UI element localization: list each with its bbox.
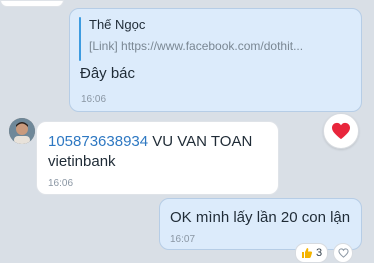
message-bubble-quoted[interactable]: Thế Ngọc [Link] https://www.facebook.com… [69, 8, 362, 112]
quote-bar [79, 17, 81, 61]
thumbs-up-icon [302, 248, 313, 258]
quote-sender-name: Thế Ngọc [89, 17, 146, 32]
phone-number-link[interactable]: 105873638934 [48, 133, 148, 150]
heart-icon [332, 122, 350, 140]
add-reaction-button[interactable] [333, 243, 354, 263]
message-bubble-incoming[interactable]: 105873638934 VU VAN TOAN vietinbank 16:0… [36, 121, 279, 195]
message-time: 16:06 [81, 94, 107, 105]
message-time: 16:06 [48, 178, 74, 189]
message-text: OK mình lấy lần 20 con lận [170, 209, 351, 226]
message-time: 16:07 [170, 234, 196, 245]
quote-link-preview[interactable]: [Link] https://www.facebook.com/dothit..… [89, 39, 303, 53]
avatar-image [9, 118, 35, 144]
message-text: 105873638934 VU VAN TOAN vietinbank [48, 132, 276, 172]
reaction-count: 3 [316, 247, 323, 259]
heart-reaction-badge[interactable] [323, 113, 359, 149]
reaction-chip[interactable]: 3 [295, 243, 329, 263]
reaction-row: 3 [295, 243, 354, 263]
previous-message-bubble[interactable] [0, 0, 64, 7]
user-avatar[interactable] [9, 118, 35, 144]
message-text: Đây bác [80, 65, 136, 82]
